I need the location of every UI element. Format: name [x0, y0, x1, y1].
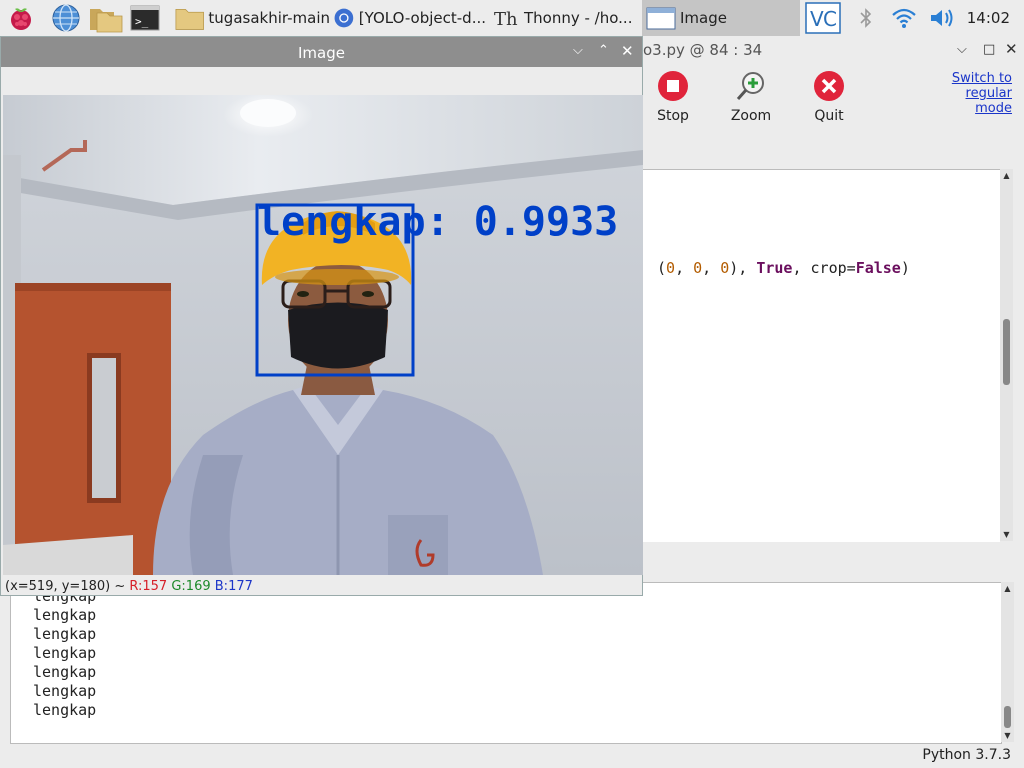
volume-icon[interactable]: [928, 6, 958, 30]
folder-icon: [175, 9, 204, 30]
svg-text:V: V: [810, 7, 824, 31]
vnc-icon[interactable]: V C: [805, 2, 841, 34]
close-icon[interactable]: ✕: [621, 42, 634, 60]
file-manager-icon[interactable]: [89, 3, 123, 33]
image-window-titlebar[interactable]: Image ⌵ ⌃ ✕: [1, 37, 642, 67]
quit-icon: [814, 71, 844, 101]
shell-scrollbar-thumb[interactable]: [1004, 706, 1011, 728]
close-icon[interactable]: ✕: [1005, 40, 1018, 58]
terminal-icon[interactable]: >_: [130, 3, 160, 33]
shell-line: lengkap: [33, 625, 97, 643]
quit-label: Quit: [814, 108, 844, 124]
zoom-button[interactable]: Zoom: [721, 70, 781, 124]
taskbar: >_ tugasakhir-main [YOLO-object-d... Th …: [0, 0, 1024, 36]
quit-button[interactable]: Quit: [799, 70, 859, 124]
status-bar: Python 3.7.3: [0, 744, 1024, 768]
pixel-green: G:169: [171, 579, 211, 594]
maximize-icon[interactable]: ⌃: [598, 43, 609, 58]
task-thonny[interactable]: Th Thonny - /ho...: [488, 0, 640, 36]
code-line: (0, 0, 0), True, crop=False): [657, 259, 910, 277]
thonny-window-title: o3.py @ 84 : 34: [643, 41, 763, 59]
shell-panel[interactable]: lengkap lengkap lengkap lengkap lengkap …: [10, 582, 1002, 744]
switch-mode-line: mode: [975, 101, 1012, 116]
thonny-titlebar[interactable]: o3.py @ 84 : 34 ⌵ □ ✕: [643, 36, 1024, 64]
zoom-label: Zoom: [730, 108, 772, 124]
task-chromium[interactable]: [YOLO-object-d...: [331, 0, 486, 36]
stop-icon: [658, 71, 688, 101]
minimize-icon[interactable]: ⌵: [573, 43, 583, 58]
shell-line: lengkap: [33, 606, 97, 624]
python-version[interactable]: Python 3.7.3: [922, 747, 1011, 763]
thonny-icon: Th: [494, 9, 518, 30]
task-label: [YOLO-object-d...: [358, 9, 486, 27]
pixel-coords: (x=519, y=180) ~: [5, 579, 126, 594]
task-image[interactable]: Image: [642, 0, 800, 36]
window-icon: [646, 7, 676, 30]
web-browser-icon[interactable]: [51, 3, 81, 33]
minimize-icon[interactable]: ⌵: [957, 42, 967, 57]
switch-mode-line: regular: [965, 86, 1012, 101]
svg-text:>_: >_: [135, 15, 149, 28]
shell-scrollbar[interactable]: ▲ ▼: [1001, 582, 1014, 742]
task-file-manager[interactable]: tugasakhir-main: [170, 0, 330, 36]
pixel-info-bar: (x=519, y=180) ~ R:157 G:169 B:177: [5, 579, 253, 594]
image-window[interactable]: Image ⌵ ⌃ ✕ lengkap: 0.9933 (x=519, y=18…: [0, 36, 643, 596]
task-label: tugasakhir-main: [208, 9, 330, 27]
stop-label: Stop: [657, 108, 689, 124]
maximize-icon[interactable]: □: [983, 42, 995, 57]
raspberry-menu-icon[interactable]: [6, 3, 36, 33]
editor-scrollbar-thumb[interactable]: [1003, 319, 1010, 385]
switch-mode-link[interactable]: Switch to regular mode: [932, 71, 1012, 116]
svg-text:C: C: [823, 7, 837, 31]
pixel-red: R:157: [129, 579, 168, 594]
shell-line: lengkap: [33, 682, 97, 700]
camera-frame[interactable]: lengkap: 0.9933: [3, 95, 643, 575]
shell-output: lengkap lengkap lengkap lengkap lengkap …: [33, 587, 96, 720]
switch-mode-line: Switch to: [951, 71, 1012, 86]
code-editor[interactable]: (0, 0, 0), True, crop=False): [643, 169, 1000, 542]
editor-scrollbar[interactable]: ▲ ▼: [1000, 169, 1013, 541]
bluetooth-icon[interactable]: [857, 6, 875, 30]
clock[interactable]: 14:02: [967, 9, 1010, 27]
task-label: Image: [680, 9, 727, 27]
shell-line: lengkap: [33, 644, 97, 662]
shell-line: lengkap: [33, 701, 97, 719]
thonny-toolbar: Stop Zoom Quit Switch to regular mode: [643, 64, 1024, 164]
detection-label: lengkap: 0.9933: [257, 199, 618, 245]
chromium-icon: [334, 8, 354, 28]
pixel-blue: B:177: [214, 579, 253, 594]
svg-text:Th: Th: [494, 9, 518, 30]
image-window-title: Image: [298, 44, 345, 62]
shell-line: lengkap: [33, 663, 97, 681]
zoom-icon: [736, 72, 764, 100]
task-label: Thonny - /ho...: [524, 9, 633, 27]
wifi-icon[interactable]: [890, 6, 918, 30]
stop-button[interactable]: Stop: [643, 70, 703, 124]
